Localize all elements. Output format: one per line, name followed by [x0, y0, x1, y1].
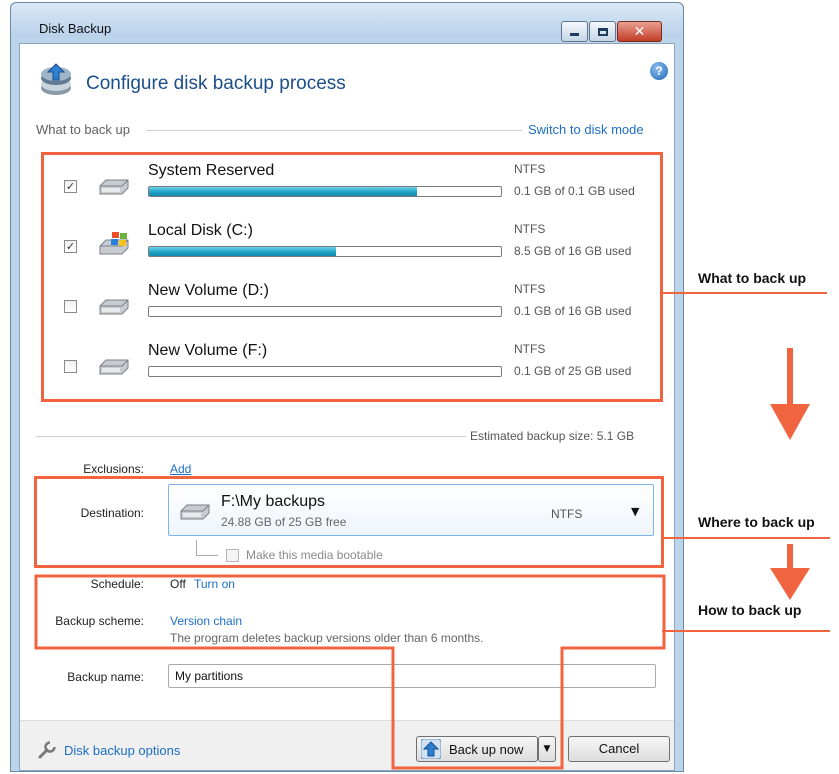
how-annotation-outline	[34, 574, 666, 770]
how-annotation-label: How to back up	[698, 602, 802, 618]
how-annotation-line	[662, 630, 830, 632]
